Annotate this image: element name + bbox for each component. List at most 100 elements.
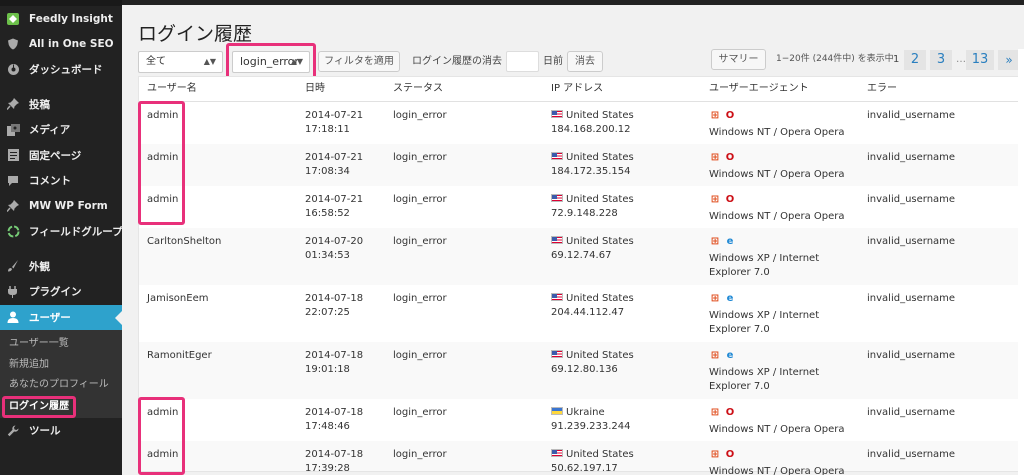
delete-history-label: ログイン履歴の消去 bbox=[412, 56, 502, 67]
wrench-icon bbox=[6, 424, 20, 438]
sidebar-item-tools[interactable]: ツール bbox=[0, 418, 122, 444]
ip-address: 72.9.148.228 bbox=[551, 208, 618, 219]
sidebar-item-dashboard[interactable]: ダッシュボード bbox=[0, 57, 122, 83]
time: 01:34:53 bbox=[305, 250, 350, 261]
date: 2014-07-20 bbox=[305, 236, 364, 247]
sidebar-item-users[interactable]: ユーザー bbox=[0, 304, 122, 330]
submenu-item-profile[interactable]: あなたのプロフィール bbox=[0, 375, 122, 396]
sidebar-item-field-groups[interactable]: フィールドグループ bbox=[0, 219, 122, 245]
delete-button[interactable]: 消去 bbox=[567, 51, 603, 72]
cell-date: 2014-07-21 17:18:11 bbox=[297, 102, 385, 144]
table-body: admin 2014-07-21 17:18:11 login_error United… bbox=[139, 102, 1023, 475]
table-header: ユーザー名 日時 ステータス IP アドレス ユーザーエージェント エラー bbox=[139, 77, 1023, 102]
submenu-item-add-new[interactable]: 新規追加 bbox=[0, 355, 122, 376]
country: United States bbox=[566, 152, 634, 163]
cell-user-agent: ⊞ O Windows NT / Opera Opera bbox=[701, 102, 859, 144]
seo-shield-icon bbox=[6, 37, 20, 51]
time: 17:18:11 bbox=[305, 124, 350, 135]
user-agent: Windows NT / Opera Opera bbox=[709, 169, 845, 180]
page-link-last[interactable]: 13 bbox=[966, 50, 994, 70]
brush-icon bbox=[6, 259, 20, 273]
summary-button[interactable]: サマリー bbox=[711, 49, 766, 70]
cell-user-agent: ⊞ O Windows NT / Opera Opera bbox=[701, 399, 859, 441]
cell-status: login_error bbox=[393, 194, 447, 205]
admin-rows-highlight bbox=[138, 397, 185, 475]
sidebar-item-label: フィールドグループ bbox=[29, 226, 122, 239]
sidebar-item-feedly-insight[interactable]: Feedly Insight bbox=[0, 6, 122, 32]
column-header-status[interactable]: ステータス bbox=[385, 77, 543, 101]
opera-icon: O bbox=[725, 449, 735, 460]
feedly-icon bbox=[6, 12, 20, 26]
cell-user: RamonitEger bbox=[139, 342, 297, 399]
cell-error: invalid_username bbox=[867, 293, 956, 304]
page-ellipsis: … bbox=[956, 54, 966, 65]
filter-all-value: 全て bbox=[146, 56, 166, 67]
column-header-user[interactable]: ユーザー名 bbox=[139, 77, 297, 101]
cell-ip: United States 72.9.148.228 bbox=[543, 186, 701, 228]
sidebar-item-appearance[interactable]: 外観 bbox=[0, 254, 122, 280]
cell-error: invalid_username bbox=[867, 152, 956, 163]
table-row: JamisonEem 2014-07-18 22:07:25 login_error U… bbox=[139, 285, 1023, 342]
opera-icon: O bbox=[725, 152, 735, 163]
apply-filter-button[interactable]: フィルタを適用 bbox=[318, 51, 400, 72]
username: JamisonEem bbox=[147, 293, 209, 304]
username: RamonitEger bbox=[147, 350, 212, 361]
sidebar-item-media[interactable]: メディア bbox=[0, 117, 122, 143]
column-header-ip[interactable]: IP アドレス bbox=[543, 77, 701, 101]
table-row: admin 2014-07-21 17:18:11 login_error United… bbox=[139, 102, 1023, 144]
cell-ip: United States 50.62.197.17 bbox=[543, 441, 701, 474]
sidebar-item-pages[interactable]: 固定ページ bbox=[0, 143, 122, 169]
cell-user-agent: ⊞ O Windows NT / Opera Opera bbox=[701, 441, 859, 475]
table-row: admin 2014-07-18 17:39:28 login_error United… bbox=[139, 441, 1023, 475]
cell-date: 2014-07-20 01:34:53 bbox=[297, 228, 385, 285]
sidebar-item-plugins[interactable]: プラグイン bbox=[0, 279, 122, 305]
next-page-link[interactable]: » bbox=[998, 50, 1020, 70]
cell-error: invalid_username bbox=[867, 110, 956, 121]
time: 19:01:18 bbox=[305, 364, 350, 375]
item-count: 1−20件 (244件中) を表示中 bbox=[776, 54, 894, 64]
menu-separator bbox=[0, 83, 122, 92]
submenu-item-user-list[interactable]: ユーザー一覧 bbox=[0, 334, 122, 355]
filter-all-select[interactable]: 全て ▲▼ bbox=[138, 51, 223, 73]
sidebar-item-comments[interactable]: コメント bbox=[0, 168, 122, 194]
menu-separator bbox=[0, 245, 122, 254]
cell-user: CarltonShelton bbox=[139, 228, 297, 285]
windows-icon: ⊞ bbox=[710, 293, 720, 304]
date: 2014-07-18 bbox=[305, 350, 364, 361]
cell-status: login_error bbox=[393, 449, 447, 460]
sidebar-item-label: ツール bbox=[29, 425, 61, 438]
page-link-2[interactable]: 2 bbox=[904, 50, 926, 70]
sidebar-item-label: ユーザー bbox=[29, 311, 71, 324]
sidebar-item-all-in-one-seo[interactable]: All in One SEO bbox=[0, 32, 122, 58]
opera-icon: O bbox=[725, 407, 735, 418]
delete-days-input[interactable] bbox=[506, 51, 539, 72]
select-arrows-icon: ▲▼ bbox=[203, 57, 216, 66]
admin-sidebar: Feedly Insight All in One SEO ダッシュボード 投稿… bbox=[0, 0, 122, 475]
page-link-3[interactable]: 3 bbox=[930, 50, 952, 70]
pin-icon bbox=[6, 97, 20, 111]
ip-address: 204.44.112.47 bbox=[551, 307, 625, 318]
login-history-highlight: ログイン履歴 bbox=[2, 395, 76, 418]
status-filter-highlight bbox=[226, 43, 316, 80]
login-history-table: ユーザー名 日時 ステータス IP アドレス ユーザーエージェント エラー ad… bbox=[138, 76, 1024, 475]
cell-date: 2014-07-21 17:08:34 bbox=[297, 144, 385, 186]
country: United States bbox=[566, 236, 634, 247]
flag-icon bbox=[551, 194, 563, 202]
days-ago-label: 日前 bbox=[543, 56, 563, 67]
column-header-user-agent[interactable]: ユーザーエージェント bbox=[701, 77, 859, 101]
column-header-error[interactable]: エラー bbox=[859, 77, 1023, 101]
country: United States bbox=[566, 194, 634, 205]
column-header-date[interactable]: 日時 bbox=[297, 77, 385, 101]
cell-status: login_error bbox=[393, 152, 447, 163]
sidebar-item-label: ダッシュボード bbox=[29, 64, 103, 77]
sidebar-item-mw-wp-form[interactable]: MW WP Form bbox=[0, 194, 122, 220]
table-row: admin 2014-07-21 17:08:34 login_error United… bbox=[139, 144, 1023, 186]
sidebar-item-posts[interactable]: 投稿 bbox=[0, 92, 122, 118]
date: 2014-07-21 bbox=[305, 110, 364, 121]
submenu-item-login-history[interactable]: ログイン履歴 bbox=[0, 395, 122, 418]
sidebar-item-label: コメント bbox=[29, 175, 71, 188]
scroll-edge bbox=[1018, 49, 1024, 475]
ie-icon: e bbox=[726, 350, 734, 361]
cell-status: login_error bbox=[393, 407, 447, 418]
flag-icon bbox=[551, 236, 563, 244]
